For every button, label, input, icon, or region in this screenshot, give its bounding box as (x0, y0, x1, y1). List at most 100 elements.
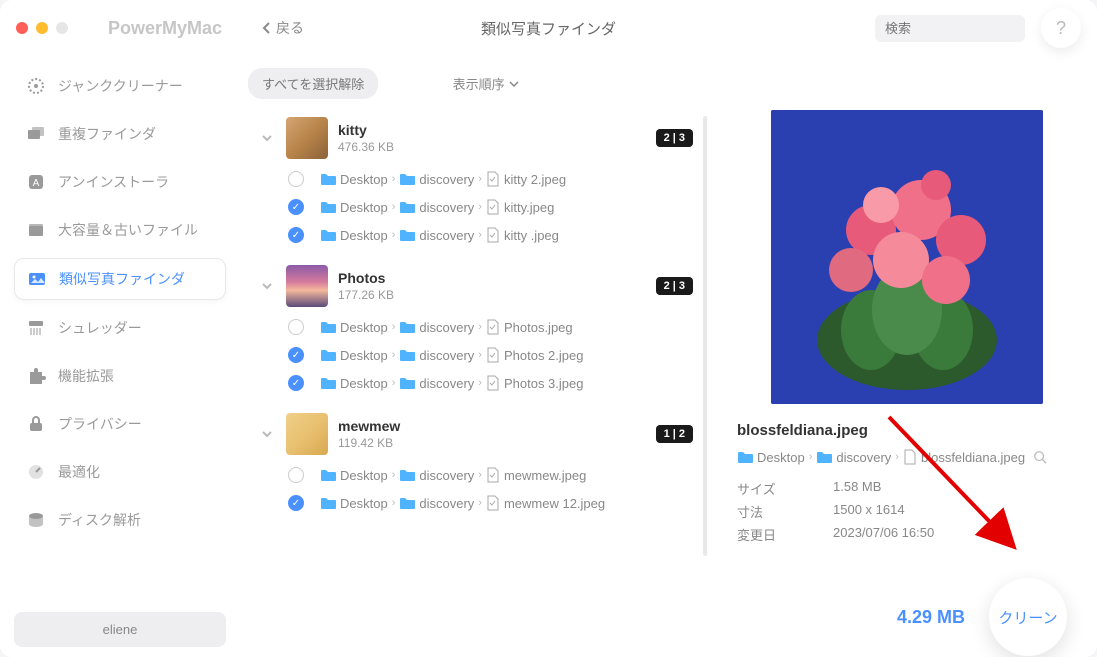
file-checkbox[interactable] (288, 319, 304, 335)
deselect-all-button[interactable]: すべてを選択解除 (248, 68, 378, 99)
file-row[interactable]: Desktop›discovery›kitty .jpeg (248, 221, 703, 249)
file-row[interactable]: Desktop›discovery›Photos 2.jpeg (248, 341, 703, 369)
back-button[interactable]: 戻る (262, 18, 304, 38)
file-row[interactable]: Desktop›discovery›kitty 2.jpeg (248, 165, 703, 193)
path-seg: discovery (419, 200, 474, 215)
group-meta: mewmew119.42 KB (338, 418, 656, 450)
file-row[interactable]: Desktop›discovery›mewmew.jpeg (248, 461, 703, 489)
path-seg: Desktop (757, 450, 805, 465)
file-breadcrumb: Desktop›discovery›kitty .jpeg (320, 227, 559, 243)
file-row[interactable]: Desktop›discovery›Photos 3.jpeg (248, 369, 703, 397)
file-row[interactable]: Desktop›discovery›Photos.jpeg (248, 313, 703, 341)
bottom-bar: 4.29 MB クリーン (897, 577, 1097, 657)
meta-mod-label: 変更日 (737, 525, 833, 544)
file-checkbox[interactable] (288, 171, 304, 187)
reveal-icon[interactable] (1033, 450, 1047, 464)
path-seg: Desktop (340, 200, 388, 215)
result-group: Photos177.26 KB2 | 3 Desktop›discovery›Ph… (248, 259, 703, 397)
sidebar-item-duplicate-finder[interactable]: 重複ファインダ (14, 114, 226, 154)
sidebar-item-shredder[interactable]: シュレッダー (14, 308, 226, 348)
file-row[interactable]: Desktop›discovery›kitty.jpeg (248, 193, 703, 221)
window-controls (16, 22, 68, 34)
file-checkbox[interactable] (288, 495, 304, 511)
vertical-scrollbar[interactable] (703, 116, 707, 556)
group-size: 119.42 KB (338, 436, 656, 450)
file-checkbox[interactable] (288, 227, 304, 243)
folders-icon (26, 124, 46, 144)
sidebar-item-label: ディスク解析 (58, 510, 141, 530)
file-breadcrumb: Desktop›discovery›kitty 2.jpeg (320, 171, 566, 187)
sidebar-item-junk-cleaner[interactable]: ジャンククリーナー (14, 66, 226, 106)
file-checkbox[interactable] (288, 347, 304, 363)
file-breadcrumb: Desktop›discovery›Photos 3.jpeg (320, 375, 583, 391)
svg-text:A: A (33, 178, 40, 189)
minimize-window-button[interactable] (36, 22, 48, 34)
sidebar-item-optimize[interactable]: 最適化 (14, 452, 226, 492)
filename: mewmew.jpeg (504, 468, 586, 483)
path-seg: discovery (419, 376, 474, 391)
file-icon (903, 449, 917, 465)
path-sep: › (809, 451, 813, 463)
path-seg: Desktop (340, 320, 388, 335)
group-count-badge: 2 | 3 (656, 277, 693, 295)
sidebar-item-similar-photo-finder[interactable]: 類似写真ファインダ (14, 258, 226, 300)
file-breadcrumb: Desktop›discovery›Photos.jpeg (320, 319, 573, 335)
collapse-toggle[interactable] (258, 425, 276, 443)
group-size: 476.36 KB (338, 140, 656, 154)
collapse-toggle[interactable] (258, 129, 276, 147)
group-header[interactable]: Photos177.26 KB2 | 3 (248, 259, 703, 313)
group-thumbnail (286, 265, 328, 307)
puzzle-icon (26, 366, 46, 386)
preview-meta: サイズ1.58 MB 寸法1500 x 1614 変更日2023/07/06 1… (737, 479, 1077, 544)
filename: kitty 2.jpeg (504, 172, 566, 187)
file-breadcrumb: Desktop›discovery›mewmew 12.jpeg (320, 495, 605, 511)
sort-button[interactable]: 表示順序 (453, 74, 519, 93)
help-button[interactable]: ? (1041, 8, 1081, 48)
path-seg: Desktop (340, 228, 388, 243)
group-header[interactable]: kitty476.36 KB2 | 3 (248, 111, 703, 165)
gear-icon (26, 76, 46, 96)
sidebar-item-privacy[interactable]: プライバシー (14, 404, 226, 444)
group-meta: kitty476.36 KB (338, 122, 656, 154)
filename: kitty .jpeg (504, 228, 559, 243)
sidebar: ジャンククリーナー 重複ファインダ A アンインストーラ 大容量＆古いファイル … (0, 56, 240, 657)
file-checkbox[interactable] (288, 199, 304, 215)
results-toolbar: すべてを選択解除 表示順序 (248, 64, 703, 111)
file-checkbox[interactable] (288, 375, 304, 391)
group-size: 177.26 KB (338, 288, 656, 302)
path-seg: discovery (419, 172, 474, 187)
path-seg: Desktop (340, 376, 388, 391)
search-box[interactable] (875, 15, 1025, 42)
search-input[interactable] (885, 21, 1061, 36)
file-checkbox[interactable] (288, 467, 304, 483)
titlebar: PowerMyMac 戻る 類似写真ファインダ ? (0, 0, 1097, 56)
sidebar-item-label: 最適化 (58, 462, 100, 482)
sidebar-item-large-old-files[interactable]: 大容量＆古いファイル (14, 210, 226, 250)
file-row[interactable]: Desktop›discovery›mewmew 12.jpeg (248, 489, 703, 517)
filename: mewmew 12.jpeg (504, 496, 605, 511)
group-count-badge: 1 | 2 (656, 425, 693, 443)
close-window-button[interactable] (16, 22, 28, 34)
sidebar-item-label: 機能拡張 (58, 366, 114, 386)
clean-button[interactable]: クリーン (989, 578, 1067, 656)
sidebar-item-disk-analysis[interactable]: ディスク解析 (14, 500, 226, 540)
group-meta: Photos177.26 KB (338, 270, 656, 302)
path-seg: Desktop (340, 348, 388, 363)
path-seg: discovery (836, 450, 891, 465)
meta-size-label: サイズ (737, 479, 833, 498)
user-pill[interactable]: eliene (14, 612, 226, 647)
zoom-window-button[interactable] (56, 22, 68, 34)
sidebar-item-label: 大容量＆古いファイル (58, 220, 198, 240)
collapse-toggle[interactable] (258, 277, 276, 295)
sidebar-item-uninstaller[interactable]: A アンインストーラ (14, 162, 226, 202)
path-seg: Desktop (340, 496, 388, 511)
meta-dim-value: 1500 x 1614 (833, 502, 905, 521)
preview-path: Desktop › discovery › blossfeldiana.jpeg (737, 449, 1077, 465)
group-header[interactable]: mewmew119.42 KB1 | 2 (248, 407, 703, 461)
sidebar-item-extensions[interactable]: 機能拡張 (14, 356, 226, 396)
filename: Photos 3.jpeg (504, 376, 584, 391)
app-icon: A (26, 172, 46, 192)
filename: Photos 2.jpeg (504, 348, 584, 363)
chevron-down-icon (509, 79, 519, 89)
path-seg: discovery (419, 496, 474, 511)
